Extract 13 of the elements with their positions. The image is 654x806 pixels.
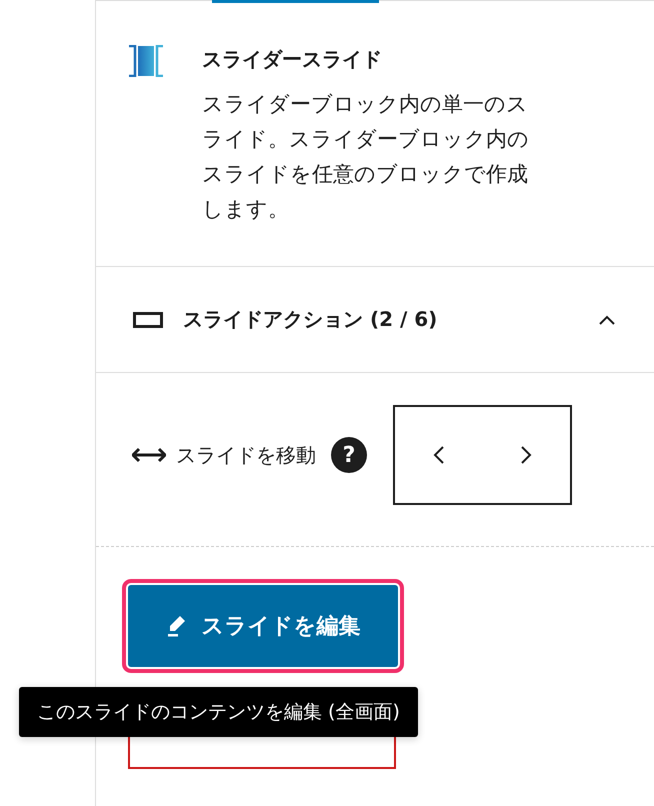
- rectangle-icon: [133, 312, 163, 328]
- tooltip: このスライドのコンテンツを編集 (全画面): [19, 687, 418, 737]
- block-title: スライダースライド: [202, 46, 383, 73]
- slide-block-icon: [128, 45, 164, 77]
- help-icon[interactable]: ?: [331, 437, 367, 473]
- chevron-right-icon: [520, 445, 532, 465]
- block-description: スライダーブロック内の単一のスライド。スライダーブロック内のスライドを任意のブロックで作成します。: [202, 91, 530, 223]
- move-label: スライドを移動: [176, 442, 316, 468]
- chevron-icon: [598, 314, 616, 326]
- pencil-icon: [166, 614, 188, 638]
- horizontal-arrows-icon: [132, 447, 166, 463]
- edit-slide-button[interactable]: スライドを編集: [128, 585, 398, 667]
- chevron-left-icon: [432, 445, 445, 465]
